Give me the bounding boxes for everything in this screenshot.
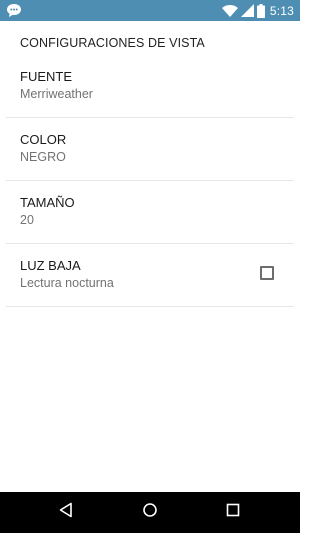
section-title: CONFIGURACIONES DE VISTA [20,36,205,50]
back-icon [58,502,74,523]
pref-summary: Lectura nocturna [20,276,114,290]
back-button[interactable] [46,492,86,533]
home-icon [142,502,158,523]
pref-item-tamano[interactable]: TAMAÑO 20 [6,181,294,244]
cell-signal-icon [238,4,254,17]
pref-title: TAMAÑO [20,195,75,210]
pref-title: FUENTE [20,69,72,84]
pref-item-luz-baja[interactable]: LUZ BAJA Lectura nocturna [6,244,294,307]
luz-baja-checkbox[interactable] [260,266,274,280]
notification-icon [6,3,22,18]
battery-icon [254,3,265,18]
pref-title: COLOR [20,132,67,147]
settings-screen: CONFIGURACIONES DE VISTA FUENTE Merriwea… [0,21,300,492]
home-button[interactable] [130,492,170,533]
pref-summary: Merriweather [20,87,93,101]
pref-summary: NEGRO [20,150,66,164]
pref-title: LUZ BAJA [20,258,81,273]
navigation-bar [0,492,300,533]
wifi-icon [219,4,238,17]
status-time: 5:13 [269,3,294,18]
pref-summary: 20 [20,213,34,227]
status-bar: 5:13 [0,0,300,21]
recents-icon [226,503,240,522]
pref-item-color[interactable]: COLOR NEGRO [6,118,294,181]
pref-item-fuente[interactable]: FUENTE Merriweather [6,55,294,118]
recents-button[interactable] [213,492,253,533]
